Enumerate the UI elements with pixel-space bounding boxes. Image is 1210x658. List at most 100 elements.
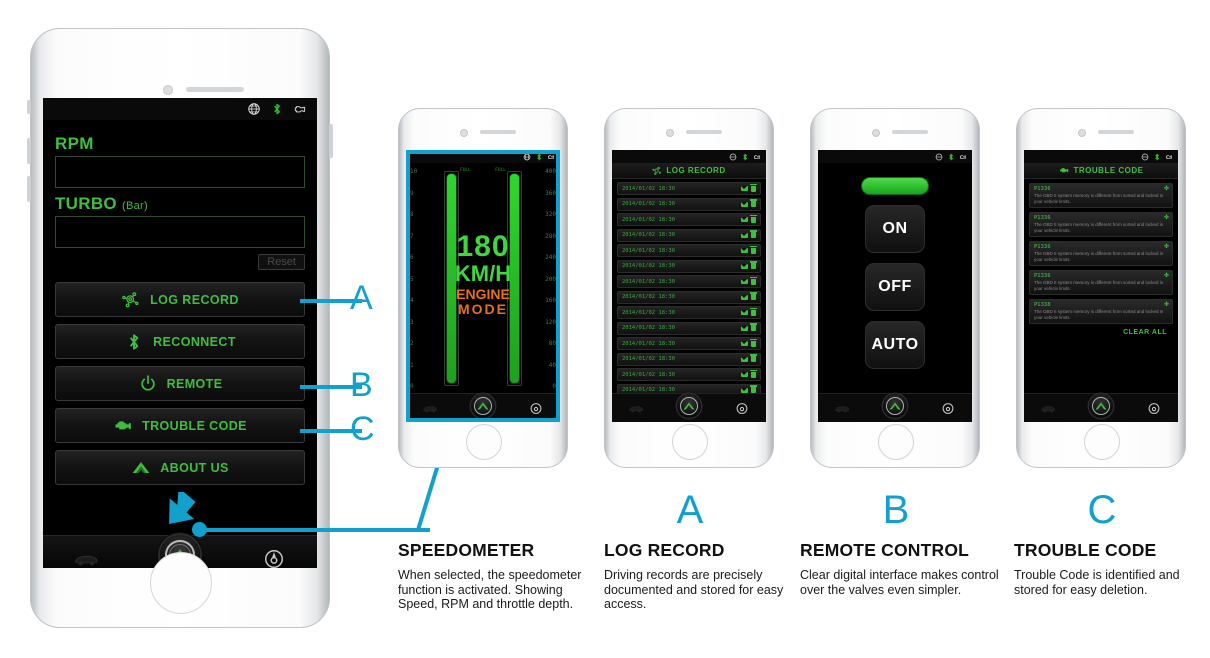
- power-side-button[interactable]: [329, 124, 333, 158]
- caption-body: Driving records are precisely documented…: [604, 568, 784, 611]
- mail-icon[interactable]: [741, 217, 748, 222]
- remote-auto-button[interactable]: AUTO: [865, 321, 925, 369]
- car-icon[interactable]: [628, 402, 644, 415]
- settings-icon[interactable]: [940, 402, 956, 415]
- menu-item-trouble-code[interactable]: TROUBLE CODE: [55, 408, 305, 443]
- log-date: 2014/01/02 18:30: [622, 356, 675, 362]
- callout-letter-b: B: [350, 366, 373, 404]
- mail-icon[interactable]: [741, 310, 748, 315]
- reset-button[interactable]: Reset: [258, 254, 305, 270]
- log-row[interactable]: 2014/01/02 18:30: [617, 352, 761, 366]
- log-row[interactable]: 2014/01/02 18:30: [617, 182, 761, 195]
- trash-icon[interactable]: [750, 338, 757, 347]
- mail-icon[interactable]: [741, 387, 748, 393]
- log-row[interactable]: 2014/01/02 18:30: [617, 321, 761, 335]
- trouble-code-card[interactable]: ✤ P1338 The OBD II system memory is diff…: [1029, 299, 1173, 324]
- trouble-code-id: P1338: [1034, 302, 1051, 308]
- volume-down-button[interactable]: [27, 176, 31, 202]
- trash-icon[interactable]: [750, 230, 757, 238]
- mail-icon[interactable]: [741, 248, 748, 253]
- trouble-code-card[interactable]: ✤ P1336 The OBD II system memory is diff…: [1029, 183, 1173, 208]
- hardware-home-button[interactable]: [878, 424, 914, 460]
- trouble-code-card[interactable]: ✤ P1336 The OBD II system memory is diff…: [1029, 241, 1173, 266]
- log-row[interactable]: 2014/01/02 18:30: [617, 197, 761, 211]
- log-record-icon: [122, 291, 139, 307]
- car-icon[interactable]: [1040, 402, 1056, 415]
- caption-title: TROUBLE CODE: [1014, 540, 1157, 560]
- trash-icon[interactable]: [750, 354, 757, 362]
- trouble-code-card[interactable]: ✤ P1336 The OBD II system memory is diff…: [1029, 270, 1173, 295]
- log-row[interactable]: 2014/01/02 18:30: [617, 306, 761, 319]
- globe-icon: [248, 103, 260, 115]
- mail-icon[interactable]: [741, 232, 748, 238]
- log-row[interactable]: 2014/01/02 18:30: [617, 368, 761, 381]
- volume-up-button[interactable]: [27, 138, 31, 164]
- hardware-home-button[interactable]: [150, 552, 212, 614]
- trash-icon[interactable]: [750, 183, 757, 192]
- log-row[interactable]: 2014/01/02 18:30: [617, 228, 761, 242]
- menu-item-log-record[interactable]: LOG RECORD: [55, 282, 305, 317]
- mail-icon[interactable]: [741, 325, 748, 331]
- remote-button-label: ON: [882, 220, 908, 237]
- status-bar: [43, 98, 317, 120]
- trouble-code-desc: The OBD II system memory is different fr…: [1034, 193, 1164, 204]
- remote-on-button[interactable]: ON: [865, 205, 925, 253]
- trouble-code-card[interactable]: ✤ P1336 The OBD II system memory is diff…: [1029, 212, 1173, 237]
- caption-body: Trouble Code is identified and stored fo…: [1014, 568, 1180, 597]
- trash-icon[interactable]: [750, 307, 757, 316]
- trash-icon[interactable]: [750, 261, 757, 269]
- mail-icon[interactable]: [741, 263, 748, 269]
- settings-icon[interactable]: [1146, 402, 1162, 415]
- settings-icon[interactable]: [734, 402, 750, 415]
- log-row[interactable]: 2014/01/02 18:30: [617, 275, 761, 288]
- home-logo-icon[interactable]: [676, 393, 701, 418]
- rpm-gauge-box: [55, 156, 305, 188]
- trouble-code-id: P1336: [1034, 215, 1051, 221]
- connector-dot: [192, 522, 207, 537]
- trash-icon[interactable]: [750, 369, 757, 378]
- log-date: 2014/01/02 18:30: [622, 278, 675, 285]
- mail-icon[interactable]: [741, 341, 748, 346]
- trash-icon[interactable]: [750, 276, 757, 285]
- mail-icon[interactable]: [741, 279, 748, 284]
- log-row[interactable]: 2014/01/02 18:30: [617, 244, 761, 257]
- menu-item-reconnect[interactable]: RECONNECT: [55, 324, 305, 359]
- home-logo-icon[interactable]: [882, 393, 907, 418]
- mail-icon[interactable]: [741, 294, 748, 300]
- log-row[interactable]: 2014/01/02 18:30: [617, 259, 761, 273]
- mail-icon[interactable]: [741, 186, 748, 191]
- clear-all-button[interactable]: CLEAR ALL: [1029, 328, 1173, 336]
- trash-icon[interactable]: [750, 323, 757, 331]
- turbo-label: TURBO (Bar): [55, 194, 305, 214]
- engine-icon: [1059, 168, 1068, 173]
- log-row[interactable]: 2014/01/02 18:30: [617, 290, 761, 304]
- trash-icon[interactable]: [750, 214, 757, 223]
- hardware-home-button[interactable]: [1084, 424, 1120, 460]
- log-record-icon: [652, 166, 662, 175]
- menu-item-remote[interactable]: REMOTE: [55, 366, 305, 401]
- hardware-home-button[interactable]: [672, 424, 708, 460]
- settings-icon[interactable]: [261, 548, 287, 568]
- log-date: 2014/01/02 18:30: [622, 340, 675, 347]
- log-row[interactable]: 2014/01/02 18:30: [617, 337, 761, 350]
- remote-off-button[interactable]: OFF: [865, 263, 925, 311]
- trash-icon[interactable]: [750, 292, 757, 300]
- menu-label: REMOTE: [166, 376, 223, 391]
- car-icon[interactable]: [834, 402, 850, 415]
- log-row[interactable]: 2014/01/02 18:30: [617, 213, 761, 226]
- log-date: 2014/01/02 18:30: [622, 325, 675, 331]
- trash-icon[interactable]: [750, 199, 757, 207]
- trash-icon[interactable]: [750, 245, 757, 254]
- earpiece-speaker: [686, 130, 722, 134]
- mute-switch[interactable]: [27, 100, 31, 114]
- turbo-unit-text: (Bar): [121, 200, 148, 212]
- remote-button-label: OFF: [878, 278, 912, 295]
- caption-remote-control: REMOTE CONTROL Clear digital interface m…: [800, 540, 1000, 597]
- home-logo-icon[interactable]: [1088, 393, 1113, 418]
- car-icon[interactable]: [73, 548, 99, 568]
- mail-icon[interactable]: [741, 372, 748, 377]
- menu-item-about-us[interactable]: ABOUT US: [55, 450, 305, 485]
- mail-icon[interactable]: [741, 356, 748, 362]
- mail-icon[interactable]: [741, 201, 748, 207]
- hardware-home-button[interactable]: [466, 424, 502, 460]
